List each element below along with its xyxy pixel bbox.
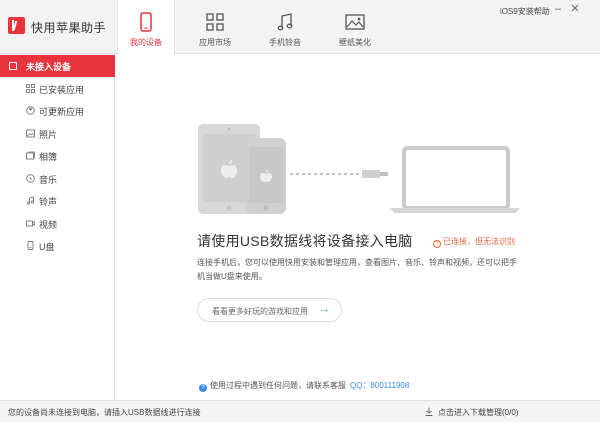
sidebar-item-updatable-apps[interactable]: 可更新应用 <box>0 101 115 121</box>
sidebar-item-usb-drive[interactable]: U盘 <box>0 236 115 256</box>
tab-my-device[interactable]: 我的设备 <box>117 0 175 55</box>
status-bar: 您的设备尚未连接到电脑，请插入USB数据线进行连接 点击进入下载管理(0/0) <box>0 400 600 422</box>
tab-label: 我的设备 <box>130 38 162 47</box>
sidebar-item-music[interactable]: 音乐 <box>0 169 115 189</box>
usb-cable-illustration <box>290 170 388 178</box>
picture-icon <box>345 14 365 30</box>
close-icon[interactable]: ✕ <box>569 3 581 15</box>
tab-ringtones[interactable]: 手机铃音 <box>256 0 314 54</box>
help-circle-icon: ? <box>433 240 441 248</box>
device-icon <box>9 62 17 70</box>
question-icon: ? <box>199 384 207 392</box>
connection-status-note[interactable]: ? 已连接，但无法识别 <box>433 236 515 248</box>
music-note-icon <box>277 13 293 31</box>
sidebar-device-header[interactable]: 未接入设备 <box>0 55 115 77</box>
sidebar-item-label: 可更新应用 <box>39 107 85 117</box>
sidebar-item-albums[interactable]: 相簿 <box>0 146 115 166</box>
download-manager-link[interactable]: 点击进入下载管理(0/0) <box>438 407 518 418</box>
usb-drive-icon <box>27 241 34 250</box>
album-icon <box>26 151 35 160</box>
tab-wallpaper[interactable]: 壁纸美化 <box>326 0 384 54</box>
sidebar-header-label: 未接入设备 <box>26 62 72 72</box>
sidebar-item-videos[interactable]: 视频 <box>0 214 115 234</box>
tab-label: 应用市场 <box>199 38 231 47</box>
tab-label: 壁纸美化 <box>339 38 371 47</box>
main-panel <box>116 55 600 400</box>
music-icon <box>26 174 35 183</box>
update-icon <box>26 106 35 115</box>
connection-status-text: 您的设备尚未连接到电脑，请插入USB数据线进行连接 <box>8 408 201 417</box>
sidebar-item-installed-apps[interactable]: 已安装应用 <box>0 79 115 99</box>
more-games-apps-button[interactable]: 看看更多好玩的游戏和应用 → <box>197 298 342 322</box>
sidebar-item-label: U盘 <box>39 242 55 252</box>
app-logo-icon <box>8 17 25 34</box>
sidebar-item-label: 已安装应用 <box>39 85 85 95</box>
device-connection-illustration <box>198 124 520 214</box>
app-title: 快用苹果助手 <box>31 21 107 35</box>
sidebar-item-ringtones[interactable]: 铃声 <box>0 191 115 211</box>
support-text: 使用过程中遇到任何问题，请联系客服 <box>210 381 346 390</box>
apps-grid-icon <box>26 84 35 93</box>
sidebar-item-photos[interactable]: 照片 <box>0 124 115 144</box>
sidebar-item-label: 视频 <box>39 220 58 230</box>
ios9-help-link[interactable]: iOS9安装帮助 <box>500 6 550 17</box>
tab-app-market[interactable]: 应用市场 <box>186 0 244 54</box>
phone-illustration <box>246 138 286 214</box>
download-icon <box>425 407 433 416</box>
phone-icon <box>140 12 152 32</box>
sidebar-item-label: 音乐 <box>39 175 58 185</box>
laptop-illustration <box>390 146 520 213</box>
video-icon <box>26 220 35 227</box>
connection-status-label: 已连接，但无法识别 <box>443 237 515 246</box>
sidebar-item-label: 相簿 <box>39 152 58 162</box>
sidebar: 未接入设备 已安装应用 可更新应用 照片 相簿 音乐 铃声 视频 U盘 <box>0 54 115 400</box>
more-button-label: 看看更多好玩的游戏和应用 <box>212 307 308 316</box>
connect-description: 连接手机后，您可以使用快用安装和管理应用，查看图片、音乐、铃声和视频，还可以把手… <box>197 258 517 281</box>
sidebar-item-label: 照片 <box>39 130 58 140</box>
qq-support-link[interactable]: QQ：800111908 <box>350 381 409 390</box>
connect-headline: 请使用USB数据线将设备接入电脑 <box>197 233 413 249</box>
support-line: ? 使用过程中遇到任何问题，请联系客服 QQ：800111908 <box>199 380 409 392</box>
grid-icon <box>206 13 224 31</box>
photo-icon <box>26 129 35 138</box>
top-bar: 快用苹果助手 我的设备 应用市场 手机铃音 壁纸美化 iOS9安装帮助 – ✕ <box>0 0 600 55</box>
tab-label: 手机铃音 <box>269 38 301 47</box>
bell-icon <box>26 196 35 205</box>
arrow-right-icon: → <box>319 303 330 315</box>
sidebar-item-label: 铃声 <box>39 197 58 207</box>
minimize-icon[interactable]: – <box>552 3 564 15</box>
